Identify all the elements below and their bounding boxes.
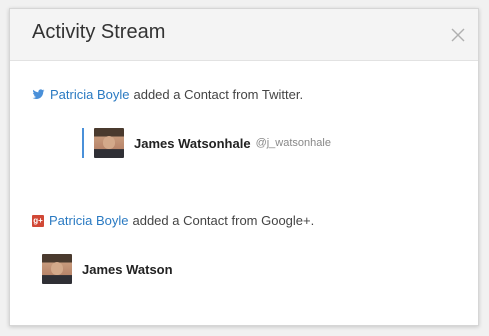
contact-name[interactable]: James Watsonhale (134, 136, 251, 151)
contact-handle: @j_watsonhale (255, 137, 331, 149)
close-icon[interactable] (450, 27, 466, 43)
activity-text: added a Contact from Google+. (132, 213, 315, 228)
activity-item-google-plus: g+ Patricia Boyle added a Contact from G… (32, 213, 314, 228)
avatar[interactable] (94, 128, 124, 158)
dialog-title: Activity Stream (32, 21, 166, 43)
activity-text: added a Contact from Twitter. (133, 87, 304, 102)
activity-item-twitter: Patricia Boyle added a Contact from Twit… (32, 87, 303, 102)
contact-name[interactable]: James Watson (82, 262, 173, 277)
avatar[interactable] (42, 254, 72, 284)
dialog-header: Activity Stream (10, 9, 478, 61)
activity-stream-dialog: Activity Stream Patricia Boyle added a C… (9, 8, 479, 326)
contact-card-google-plus: James Watson (42, 254, 173, 284)
contact-card-twitter: James Watsonhale @j_watsonhale (82, 128, 331, 158)
twitter-bird-icon (32, 89, 45, 99)
activity-user-link[interactable]: Patricia Boyle (49, 213, 128, 228)
activity-user-link[interactable]: Patricia Boyle (50, 87, 129, 102)
google-plus-icon: g+ (32, 214, 44, 227)
